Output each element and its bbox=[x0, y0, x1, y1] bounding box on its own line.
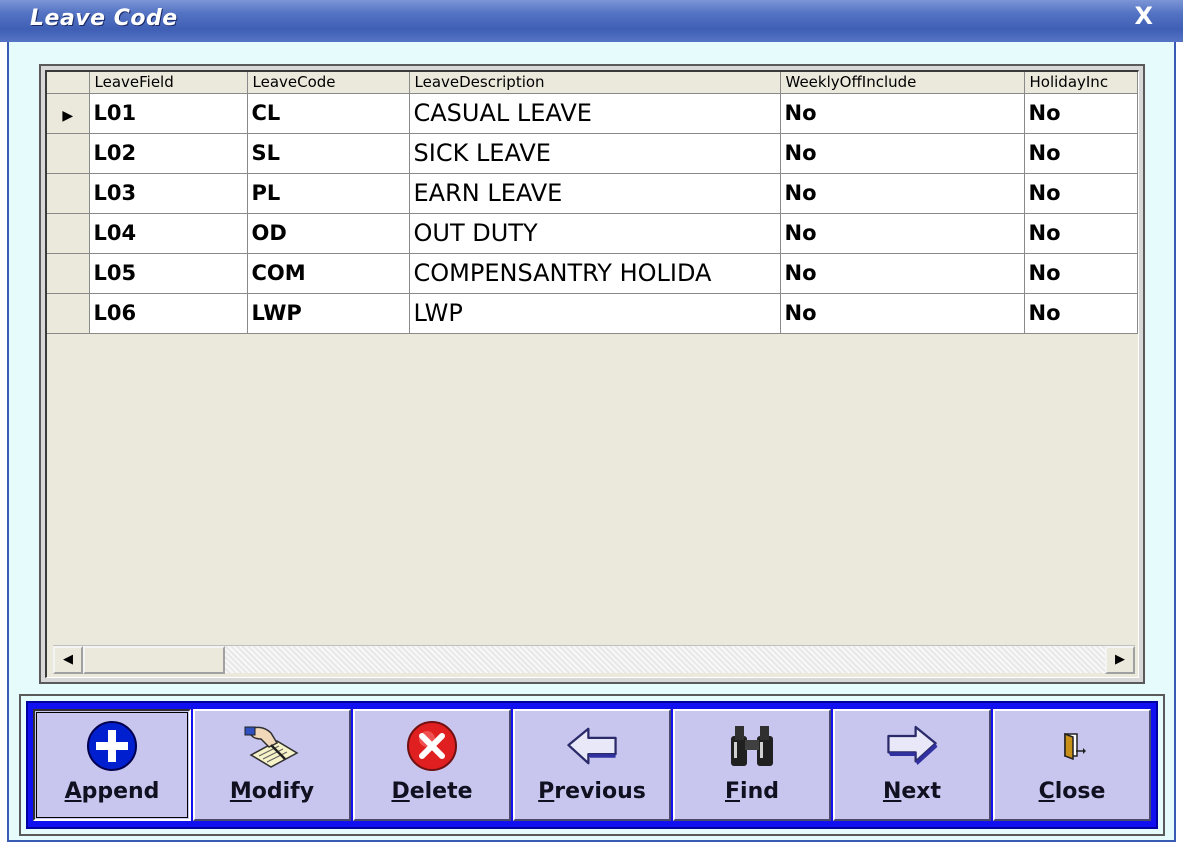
cell-weekly-off-include[interactable]: No bbox=[780, 133, 1025, 174]
delete-label: Delete bbox=[391, 779, 473, 804]
cell-holiday-include[interactable]: No bbox=[1024, 213, 1138, 254]
cell-leave-code[interactable]: OD bbox=[247, 213, 410, 254]
cell-leave-description[interactable]: CASUAL LEAVE bbox=[409, 93, 781, 134]
column-header-weeklyoffinclude[interactable]: WeeklyOffInclude bbox=[780, 72, 1025, 94]
current-row-pointer-icon: ▶ bbox=[62, 108, 74, 124]
cell-holiday-include[interactable]: No bbox=[1024, 293, 1138, 334]
column-header-holidayinclude[interactable]: HolidayInc bbox=[1024, 72, 1138, 94]
binoculars-icon bbox=[723, 721, 781, 771]
cell-leave-description[interactable]: LWP bbox=[409, 293, 781, 334]
delete-button[interactable]: Delete bbox=[353, 709, 511, 821]
table-row[interactable]: L02 SL SICK LEAVE No No bbox=[47, 133, 1138, 174]
find-button[interactable]: Find bbox=[673, 709, 831, 821]
table-row[interactable]: L03 PL EARN LEAVE No No bbox=[47, 173, 1138, 214]
cell-leave-field[interactable]: L01 bbox=[89, 93, 248, 134]
modify-label: Modify bbox=[229, 779, 315, 804]
column-header-leavefield[interactable]: LeaveField bbox=[89, 72, 248, 94]
scrollbar-thumb[interactable] bbox=[83, 646, 225, 674]
window-title: Leave Code bbox=[30, 6, 178, 31]
cell-leave-description[interactable]: SICK LEAVE bbox=[409, 133, 781, 174]
horizontal-scrollbar[interactable]: ◀ ▶ bbox=[53, 645, 1135, 674]
cell-holiday-include[interactable]: No bbox=[1024, 173, 1138, 214]
cell-weekly-off-include[interactable]: No bbox=[780, 293, 1025, 334]
close-button[interactable]: Close bbox=[993, 709, 1151, 821]
cell-weekly-off-include[interactable]: No bbox=[780, 213, 1025, 254]
cell-leave-field[interactable]: L02 bbox=[89, 133, 248, 174]
cell-weekly-off-include[interactable]: No bbox=[780, 93, 1025, 134]
table-row[interactable]: L06 LWP LWP No No bbox=[47, 293, 1138, 334]
table-row[interactable]: L04 OD OUT DUTY No No bbox=[47, 213, 1138, 254]
append-button[interactable]: Append bbox=[33, 709, 191, 821]
close-label: Close bbox=[1038, 779, 1106, 804]
arrow-left-icon bbox=[563, 721, 621, 771]
window-close-button[interactable]: X bbox=[1134, 2, 1153, 30]
toolbar-frame: Append Modify Delete Previous Find Next … bbox=[19, 694, 1165, 836]
exit-door-icon bbox=[1043, 721, 1101, 771]
cell-leave-code[interactable]: PL bbox=[247, 173, 410, 214]
cell-weekly-off-include[interactable]: No bbox=[780, 253, 1025, 294]
title-bar: Leave Code X bbox=[0, 0, 1183, 42]
cell-holiday-include[interactable]: No bbox=[1024, 133, 1138, 174]
grid-frame: LeaveField LeaveCode LeaveDescription We… bbox=[39, 64, 1145, 684]
find-label: Find bbox=[725, 779, 779, 804]
cell-holiday-include[interactable]: No bbox=[1024, 93, 1138, 134]
row-selector[interactable] bbox=[47, 213, 90, 254]
row-selector[interactable]: ▶ bbox=[47, 93, 90, 134]
cell-holiday-include[interactable]: No bbox=[1024, 253, 1138, 294]
scroll-right-arrow-icon[interactable]: ▶ bbox=[1105, 646, 1135, 674]
modify-button[interactable]: Modify bbox=[193, 709, 351, 821]
leave-code-table: LeaveField LeaveCode LeaveDescription We… bbox=[47, 72, 1138, 334]
cell-leave-code[interactable]: LWP bbox=[247, 293, 410, 334]
toolbar: Append Modify Delete Previous Find Next … bbox=[26, 701, 1158, 829]
row-selector-header bbox=[47, 72, 90, 94]
leave-code-grid[interactable]: LeaveField LeaveCode LeaveDescription We… bbox=[45, 70, 1139, 678]
scroll-left-arrow-icon[interactable]: ◀ bbox=[53, 646, 83, 674]
cell-weekly-off-include[interactable]: No bbox=[780, 173, 1025, 214]
next-button[interactable]: Next bbox=[833, 709, 991, 821]
previous-label: Previous bbox=[538, 779, 646, 804]
row-selector[interactable] bbox=[47, 253, 90, 294]
table-row[interactable]: L05 COM COMPENSANTRY HOLIDA No No bbox=[47, 253, 1138, 294]
row-selector[interactable] bbox=[47, 173, 90, 214]
append-label: Append bbox=[64, 779, 160, 804]
cell-leave-description[interactable]: EARN LEAVE bbox=[409, 173, 781, 214]
cell-leave-code[interactable]: SL bbox=[247, 133, 410, 174]
previous-button[interactable]: Previous bbox=[513, 709, 671, 821]
cell-leave-code[interactable]: CL bbox=[247, 93, 410, 134]
arrow-right-icon bbox=[883, 721, 941, 771]
cell-leave-field[interactable]: L05 bbox=[89, 253, 248, 294]
form-body: LeaveField LeaveCode LeaveDescription We… bbox=[7, 42, 1176, 842]
row-selector[interactable] bbox=[47, 133, 90, 174]
cell-leave-description[interactable]: COMPENSANTRY HOLIDA bbox=[409, 253, 781, 294]
column-header-leavecode[interactable]: LeaveCode bbox=[247, 72, 410, 94]
cell-leave-field[interactable]: L06 bbox=[89, 293, 248, 334]
row-selector[interactable] bbox=[47, 293, 90, 334]
hand-writing-icon bbox=[243, 721, 301, 771]
next-label: Next bbox=[882, 779, 942, 804]
cell-leave-code[interactable]: COM bbox=[247, 253, 410, 294]
plus-circle-icon bbox=[83, 721, 141, 771]
red-x-circle-icon bbox=[403, 721, 461, 771]
cell-leave-description[interactable]: OUT DUTY bbox=[409, 213, 781, 254]
grid-header-row: LeaveField LeaveCode LeaveDescription We… bbox=[47, 72, 1138, 94]
cell-leave-field[interactable]: L04 bbox=[89, 213, 248, 254]
cell-leave-field[interactable]: L03 bbox=[89, 173, 248, 214]
table-row[interactable]: ▶ L01 CL CASUAL LEAVE No No bbox=[47, 93, 1138, 134]
column-header-leavedescription[interactable]: LeaveDescription bbox=[409, 72, 781, 94]
